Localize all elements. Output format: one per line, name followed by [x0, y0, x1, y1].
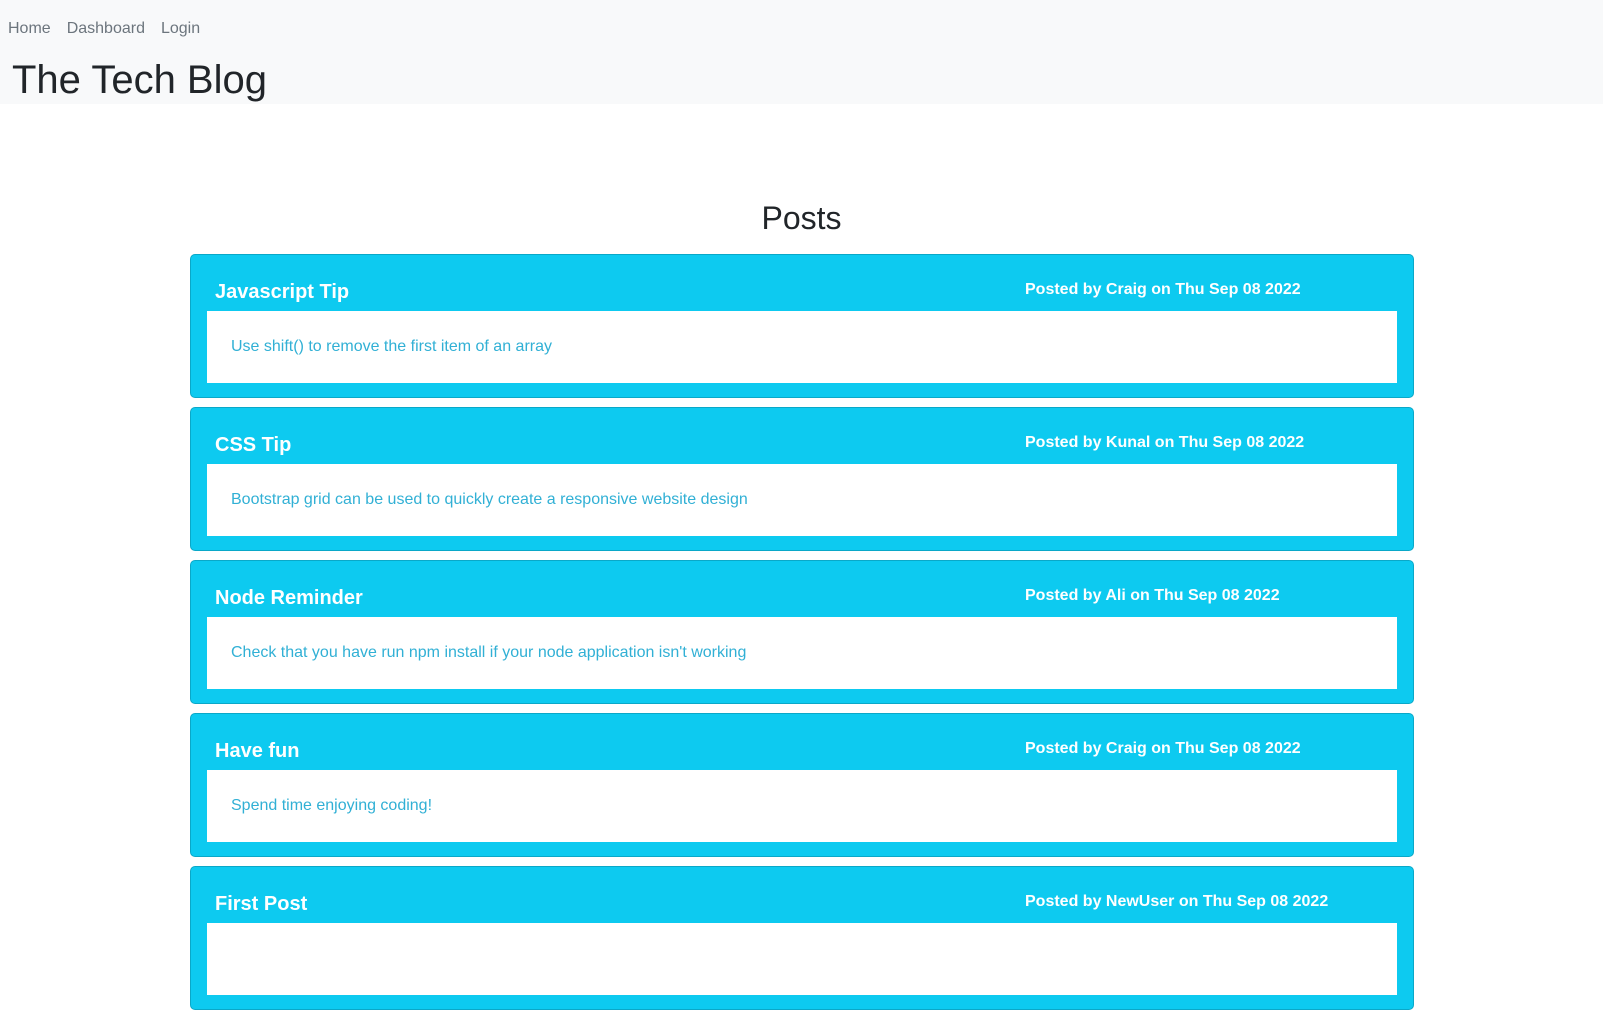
site-header: Home Dashboard Login The Tech Blog	[0, 0, 1603, 104]
post-meta: Posted by NewUser on Thu Sep 08 2022	[1025, 893, 1329, 910]
post-title[interactable]: Node Reminder	[215, 585, 363, 611]
posts-heading: Posts	[761, 200, 842, 236]
post-title[interactable]: Have fun	[215, 738, 299, 764]
post-card[interactable]: Javascript Tip Posted by Craig on Thu Se…	[190, 254, 1414, 398]
post-card[interactable]: First Post Posted by NewUser on Thu Sep …	[190, 866, 1414, 1010]
site-title: The Tech Blog	[12, 58, 267, 102]
top-nav: Home Dashboard Login	[8, 18, 216, 40]
post-content	[207, 923, 1397, 995]
posts-list: Javascript Tip Posted by Craig on Thu Se…	[190, 254, 1414, 1019]
post-card[interactable]: CSS Tip Posted by Kunal on Thu Sep 08 20…	[190, 407, 1414, 551]
post-meta: Posted by Craig on Thu Sep 08 2022	[1025, 281, 1301, 298]
post-content: Check that you have run npm install if y…	[207, 617, 1397, 689]
post-meta: Posted by Craig on Thu Sep 08 2022	[1025, 740, 1301, 757]
post-content: Bootstrap grid can be used to quickly cr…	[207, 464, 1397, 536]
post-content: Use shift() to remove the first item of …	[207, 311, 1397, 383]
post-meta: Posted by Ali on Thu Sep 08 2022	[1025, 587, 1280, 604]
nav-login-link[interactable]: Login	[161, 18, 200, 40]
post-title[interactable]: First Post	[215, 891, 307, 917]
nav-home-link[interactable]: Home	[8, 18, 51, 40]
post-meta: Posted by Kunal on Thu Sep 08 2022	[1025, 434, 1305, 451]
post-content: Spend time enjoying coding!	[207, 770, 1397, 842]
post-title[interactable]: Javascript Tip	[215, 279, 349, 305]
nav-dashboard-link[interactable]: Dashboard	[67, 18, 145, 40]
post-title[interactable]: CSS Tip	[215, 432, 291, 458]
post-card[interactable]: Node Reminder Posted by Ali on Thu Sep 0…	[190, 560, 1414, 704]
post-card[interactable]: Have fun Posted by Craig on Thu Sep 08 2…	[190, 713, 1414, 857]
